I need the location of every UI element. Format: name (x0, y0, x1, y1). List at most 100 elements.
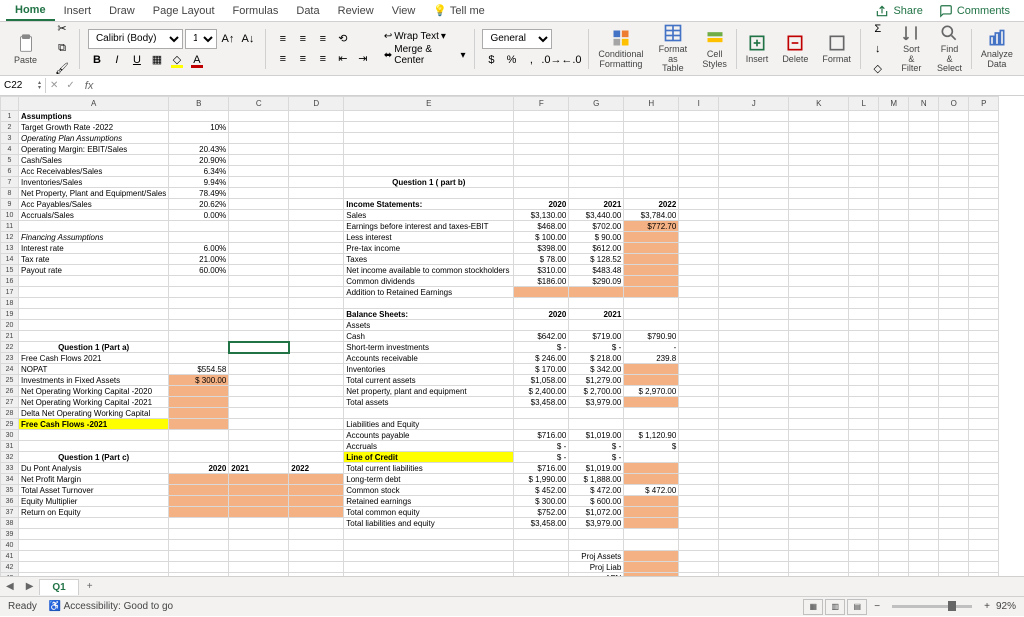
cell[interactable] (289, 232, 344, 243)
cell[interactable] (909, 111, 939, 122)
cell[interactable] (289, 474, 344, 485)
cell[interactable] (789, 441, 849, 452)
cell[interactable] (879, 562, 909, 573)
analyze-data-button[interactable]: Analyze Data (976, 26, 1018, 72)
cell[interactable] (909, 155, 939, 166)
cell[interactable] (719, 188, 789, 199)
cell[interactable] (169, 562, 229, 573)
cell[interactable] (789, 562, 849, 573)
cell[interactable] (289, 210, 344, 221)
col-header[interactable]: M (879, 97, 909, 111)
cell[interactable] (909, 474, 939, 485)
cell[interactable] (229, 155, 289, 166)
cell[interactable] (289, 496, 344, 507)
cell[interactable] (849, 276, 879, 287)
cell[interactable] (849, 386, 879, 397)
cell[interactable] (719, 155, 789, 166)
cell[interactable] (909, 518, 939, 529)
cell[interactable] (879, 254, 909, 265)
cell[interactable] (169, 430, 229, 441)
cell[interactable] (229, 243, 289, 254)
cell[interactable] (909, 309, 939, 320)
cell[interactable] (789, 529, 849, 540)
cell[interactable] (229, 320, 289, 331)
cell[interactable] (229, 331, 289, 342)
cell[interactable] (679, 232, 719, 243)
cell[interactable] (849, 199, 879, 210)
cell[interactable] (939, 573, 969, 577)
cell[interactable] (939, 419, 969, 430)
cell[interactable] (909, 210, 939, 221)
cell[interactable] (939, 496, 969, 507)
row-header[interactable]: 14 (1, 254, 19, 265)
cell[interactable]: 2021 (569, 309, 624, 320)
cell[interactable] (909, 199, 939, 210)
cell[interactable] (719, 199, 789, 210)
tab-draw[interactable]: Draw (100, 2, 144, 20)
row-header[interactable]: 18 (1, 298, 19, 309)
cell[interactable] (229, 188, 289, 199)
cell[interactable] (909, 551, 939, 562)
cell[interactable] (909, 177, 939, 188)
cell[interactable]: $3,458.00 (514, 518, 569, 529)
cell[interactable] (679, 331, 719, 342)
cell[interactable] (229, 452, 289, 463)
cell[interactable]: $ 472.00 (569, 485, 624, 496)
cell[interactable] (849, 452, 879, 463)
cell[interactable]: Net Property, Plant and Equipment/Sales (19, 188, 169, 199)
cell[interactable] (719, 375, 789, 386)
cell[interactable]: 9.94% (169, 177, 229, 188)
col-header[interactable]: B (169, 97, 229, 111)
row-header[interactable]: 1 (1, 111, 19, 122)
cell[interactable] (289, 353, 344, 364)
cell[interactable]: Operating Plan Assumptions (19, 133, 169, 144)
cell[interactable] (969, 507, 999, 518)
cell[interactable] (849, 529, 879, 540)
cell[interactable]: $ 1,120.90 (624, 430, 679, 441)
row-header[interactable]: 15 (1, 265, 19, 276)
cell[interactable] (624, 320, 679, 331)
cell[interactable]: Payout rate (19, 265, 169, 276)
cell[interactable]: 21.00% (169, 254, 229, 265)
cell[interactable] (624, 232, 679, 243)
col-header[interactable]: J (719, 97, 789, 111)
cell[interactable] (169, 232, 229, 243)
cell[interactable] (19, 287, 169, 298)
view-page-break-icon[interactable]: ▤ (847, 599, 867, 615)
cell[interactable] (569, 287, 624, 298)
cell[interactable] (879, 232, 909, 243)
cell[interactable] (624, 463, 679, 474)
cell[interactable] (229, 529, 289, 540)
cell[interactable] (909, 419, 939, 430)
cell[interactable] (289, 518, 344, 529)
cell[interactable] (169, 507, 229, 518)
cell[interactable] (719, 430, 789, 441)
cell[interactable] (169, 221, 229, 232)
cell[interactable]: Financing Assumptions (19, 232, 169, 243)
cell[interactable]: $ 452.00 (514, 485, 569, 496)
cell[interactable]: $642.00 (514, 331, 569, 342)
view-normal-icon[interactable]: ▦ (803, 599, 823, 615)
cell[interactable] (19, 529, 169, 540)
cell[interactable] (909, 122, 939, 133)
italic-button[interactable]: I (108, 51, 126, 69)
cell[interactable] (849, 166, 879, 177)
cell[interactable] (229, 232, 289, 243)
currency-icon[interactable]: $ (482, 51, 500, 69)
cell[interactable] (969, 298, 999, 309)
cell[interactable] (344, 573, 514, 577)
cell[interactable] (879, 133, 909, 144)
cell[interactable]: $3,979.00 (569, 518, 624, 529)
cell[interactable] (789, 254, 849, 265)
row-header[interactable]: 37 (1, 507, 19, 518)
cell[interactable] (969, 221, 999, 232)
share-button[interactable]: Share (867, 2, 930, 20)
decrease-font-icon[interactable]: A↓ (239, 30, 257, 48)
cell[interactable] (849, 122, 879, 133)
cell[interactable] (289, 188, 344, 199)
cell[interactable] (719, 166, 789, 177)
cell[interactable] (789, 496, 849, 507)
cell[interactable] (879, 111, 909, 122)
cell[interactable] (789, 221, 849, 232)
cell[interactable] (789, 353, 849, 364)
